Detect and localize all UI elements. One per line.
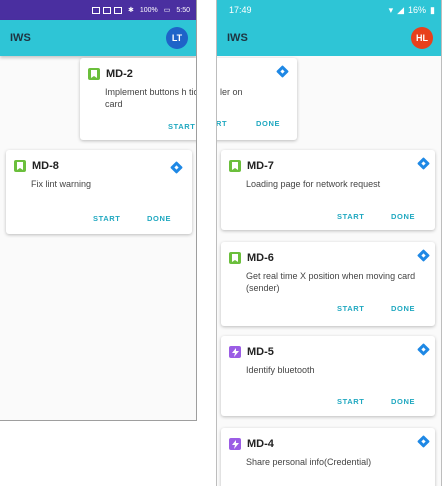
app-title: IWS [227, 32, 248, 44]
ticket-card[interactable]: ler on RT DONE [217, 58, 297, 140]
done-button[interactable]: DONE [147, 214, 171, 223]
ticket-description: Share personal info(Credential) [246, 457, 372, 467]
bookmark-icon [88, 68, 100, 80]
ticket-description: Get real time X position when moving car… [246, 271, 416, 293]
start-button[interactable]: START [337, 212, 364, 221]
battery-level: 100% [139, 6, 158, 14]
ticket-id: MD-8 [32, 160, 59, 172]
priority-icon [276, 65, 289, 78]
bookmark-icon [229, 160, 241, 172]
card-header: MD-6 [229, 252, 274, 264]
start-button[interactable]: START [93, 214, 120, 223]
status-icons [91, 6, 122, 14]
card-header: MD-2 [88, 68, 133, 80]
ticket-card[interactable]: MD-5 Identify bluetooth START DONE [221, 336, 435, 416]
start-button[interactable]: START [337, 304, 364, 313]
left-phone-screen: ✱ 100% ▭ 5:50 IWS LT MD-2 Implement butt… [0, 0, 197, 421]
ticket-id: MD-5 [247, 346, 274, 358]
ticket-description: Identify bluetooth [246, 365, 315, 375]
avatar[interactable]: LT [166, 27, 188, 49]
ticket-id: MD-4 [247, 438, 274, 450]
lightning-icon [229, 438, 241, 450]
clock: 17:49 [229, 5, 252, 15]
priority-icon [417, 435, 430, 448]
wifi-icon: ▾ [388, 4, 394, 15]
ticket-description: Implement buttons h ticket card [105, 87, 196, 109]
app-bar: IWS HL [217, 20, 441, 56]
status-bar: ✱ 100% ▭ 5:50 [0, 0, 196, 20]
avatar[interactable]: HL [411, 27, 433, 49]
ticket-description: Loading page for network request [246, 179, 381, 189]
battery-level: 16% [408, 5, 427, 15]
battery-icon: ▭ [163, 7, 171, 14]
start-button[interactable]: START [168, 122, 195, 131]
start-button[interactable]: RT [217, 119, 227, 128]
ticket-id: MD-7 [247, 160, 274, 172]
notification-icon [91, 6, 100, 14]
priority-icon [417, 157, 430, 170]
ticket-description: ler on [220, 87, 243, 97]
card-header: MD-5 [229, 346, 274, 358]
right-phone-screen: 17:49 ▾ ◢ 16% ▮ IWS HL ler on RT DONE MD… [216, 0, 442, 486]
app-bar: IWS LT [0, 20, 196, 56]
status-bar: 17:49 ▾ ◢ 16% ▮ [217, 0, 441, 20]
bookmark-icon [14, 160, 26, 172]
priority-icon [417, 343, 430, 356]
signal-icon: ◢ [397, 4, 405, 15]
start-button[interactable]: START [337, 397, 364, 406]
ticket-description: Fix lint warning [31, 179, 92, 189]
ticket-id: MD-2 [106, 68, 133, 80]
card-header: MD-4 [229, 438, 274, 450]
card-header: MD-8 [14, 160, 59, 172]
ticket-card[interactable]: MD-8 Fix lint warning START DONE [6, 150, 192, 234]
lightning-icon [229, 346, 241, 358]
ticket-card[interactable]: MD-6 Get real time X position when movin… [221, 242, 435, 326]
done-button[interactable]: DONE [391, 397, 415, 406]
ticket-id: MD-6 [247, 252, 274, 264]
notification-icon [102, 6, 111, 14]
ticket-card[interactable]: MD-2 Implement buttons h ticket card STA… [80, 58, 196, 140]
status-icons: ▾ ◢ 16% ▮ [389, 5, 435, 16]
ticket-card[interactable]: MD-4 Share personal info(Credential) [221, 428, 435, 486]
done-button[interactable]: DONE [391, 212, 415, 221]
priority-icon [170, 161, 183, 174]
notification-icon [113, 6, 122, 14]
done-button[interactable]: DONE [256, 119, 280, 128]
bluetooth-icon: ✱ [127, 7, 134, 14]
card-header: MD-7 [229, 160, 274, 172]
ticket-card[interactable]: MD-7 Loading page for network request ST… [221, 150, 435, 230]
battery-icon: ▮ [430, 4, 435, 15]
clock: 5:50 [176, 6, 190, 14]
done-button[interactable]: DONE [391, 304, 415, 313]
bookmark-icon [229, 252, 241, 264]
priority-icon [417, 249, 430, 262]
app-title: IWS [10, 32, 31, 44]
